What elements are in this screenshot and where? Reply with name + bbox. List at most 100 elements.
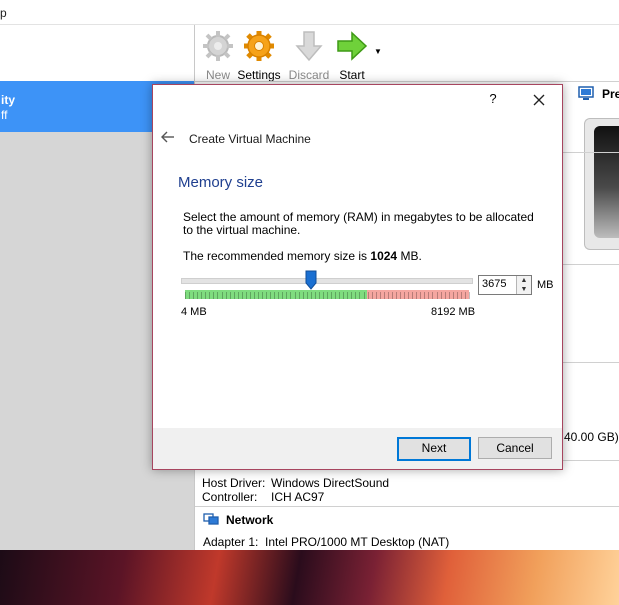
toolbar-divider: [195, 81, 619, 82]
toolbar: New Settings Discard Start ▼: [195, 25, 619, 82]
settings-button[interactable]: Settings: [236, 29, 282, 82]
scale-tick: [278, 292, 280, 299]
scale-tick: [241, 292, 243, 299]
controller-value: ICH AC97: [271, 490, 325, 504]
scale-tick: [420, 292, 422, 299]
scale-tick: [286, 292, 288, 299]
scale-tick: [452, 292, 454, 299]
scale-tick: [201, 292, 203, 299]
scale-tick: [339, 292, 341, 299]
scale-tick: [391, 292, 393, 299]
recommend-suffix: MB.: [397, 249, 422, 263]
scale-tick: [249, 292, 251, 299]
back-button[interactable]: [159, 129, 177, 145]
tools-area: [0, 25, 194, 81]
spin-up-icon[interactable]: ▲: [517, 276, 531, 285]
scale-tick: [408, 292, 410, 299]
cancel-button[interactable]: Cancel: [478, 437, 552, 459]
scale-tick: [306, 292, 308, 299]
audio-details: Host Driver: Windows DirectSound Controll…: [202, 476, 389, 504]
adapter-key: Adapter 1:: [203, 535, 259, 549]
help-button[interactable]: ?: [483, 91, 503, 109]
storage-size-text: 40.00 GB): [564, 430, 619, 444]
memory-unit-label: MB: [537, 279, 554, 291]
monitor-icon: [578, 86, 594, 100]
host-driver-value: Windows DirectSound: [271, 476, 390, 490]
scale-tick: [379, 292, 381, 299]
settings-gear-icon: [244, 31, 274, 61]
preview-image: [594, 126, 619, 238]
scale-tick: [213, 292, 215, 299]
scale-tick: [197, 292, 199, 299]
scale-tick: [245, 292, 247, 299]
scale-tick: [322, 292, 324, 299]
scale-tick: [327, 292, 328, 299]
scale-tick: [400, 292, 402, 299]
memory-slider-track[interactable]: [181, 278, 473, 284]
scale-tick: [253, 292, 255, 299]
scale-tick: [209, 292, 211, 299]
recommendation-text: The recommended memory size is 1024 MB.: [183, 249, 422, 263]
scale-tick: [355, 292, 357, 299]
scale-tick: [412, 292, 414, 299]
menubar: p: [0, 0, 619, 25]
memory-slider-thumb[interactable]: [305, 270, 317, 290]
menu-help-fragment[interactable]: p: [0, 6, 7, 20]
scale-tick: [335, 292, 337, 299]
scale-tick: [266, 292, 268, 299]
spinbox-arrows[interactable]: ▲ ▼: [516, 276, 531, 294]
scale-tick: [416, 292, 418, 299]
start-dropdown-chevron-icon[interactable]: ▼: [374, 47, 382, 56]
divider: [561, 264, 619, 265]
scale-tick: [444, 292, 446, 299]
network-icon: [203, 513, 219, 525]
scale-tick: [318, 292, 320, 299]
new-icon: [203, 31, 233, 61]
description-text: Select the amount of memory (RAM) in meg…: [183, 210, 534, 237]
host-driver-key: Host Driver:: [202, 476, 266, 490]
scale-tick: [363, 292, 365, 299]
scale-tick: [351, 292, 353, 299]
scale-tick: [205, 292, 207, 299]
adapter-row: Adapter 1: Intel PRO/1000 MT Desktop (NAT…: [203, 535, 449, 549]
scale-tick: [404, 292, 406, 299]
desktop-wallpaper: [0, 550, 619, 605]
controller-key: Controller:: [202, 490, 258, 504]
discard-arrow-down-icon: [295, 31, 323, 62]
scale-tick: [189, 292, 191, 299]
scale-tick: [331, 292, 333, 299]
scale-tick: [359, 292, 361, 299]
scale-tick: [274, 292, 276, 299]
memory-slider-scale: [185, 290, 470, 299]
spin-down-icon[interactable]: ▼: [517, 285, 531, 294]
section-title: Memory size: [178, 174, 264, 191]
start-button[interactable]: Start: [329, 29, 375, 82]
scale-tick: [217, 292, 219, 299]
scale-tick: [262, 292, 264, 299]
vm-state: ff: [1, 108, 8, 122]
scale-tick: [432, 292, 434, 299]
close-icon: [533, 94, 545, 106]
scale-tick: [469, 292, 470, 299]
next-button[interactable]: Next: [397, 437, 471, 461]
scale-tick: [460, 292, 462, 299]
scale-tick: [258, 292, 260, 299]
scale-tick: [464, 292, 466, 299]
scale-tick: [387, 292, 389, 299]
vm-name: ity: [1, 93, 16, 107]
scale-tick: [428, 292, 430, 299]
scale-tick: [424, 292, 426, 299]
scale-tick: [298, 292, 300, 299]
memory-size-spinbox[interactable]: 3675 ▲ ▼: [478, 275, 532, 295]
dialog-title: Create Virtual Machine: [189, 132, 311, 146]
settings-label: Settings: [237, 68, 281, 82]
scale-tick: [237, 292, 239, 299]
preview-header: Pre: [578, 85, 619, 105]
scale-tick: [229, 292, 231, 299]
scale-tick: [371, 292, 373, 299]
close-button[interactable]: [529, 91, 549, 109]
start-label: Start: [339, 68, 365, 82]
scale-tick: [314, 292, 316, 299]
memory-size-value[interactable]: 3675: [482, 278, 506, 290]
network-heading: Network: [226, 513, 274, 527]
